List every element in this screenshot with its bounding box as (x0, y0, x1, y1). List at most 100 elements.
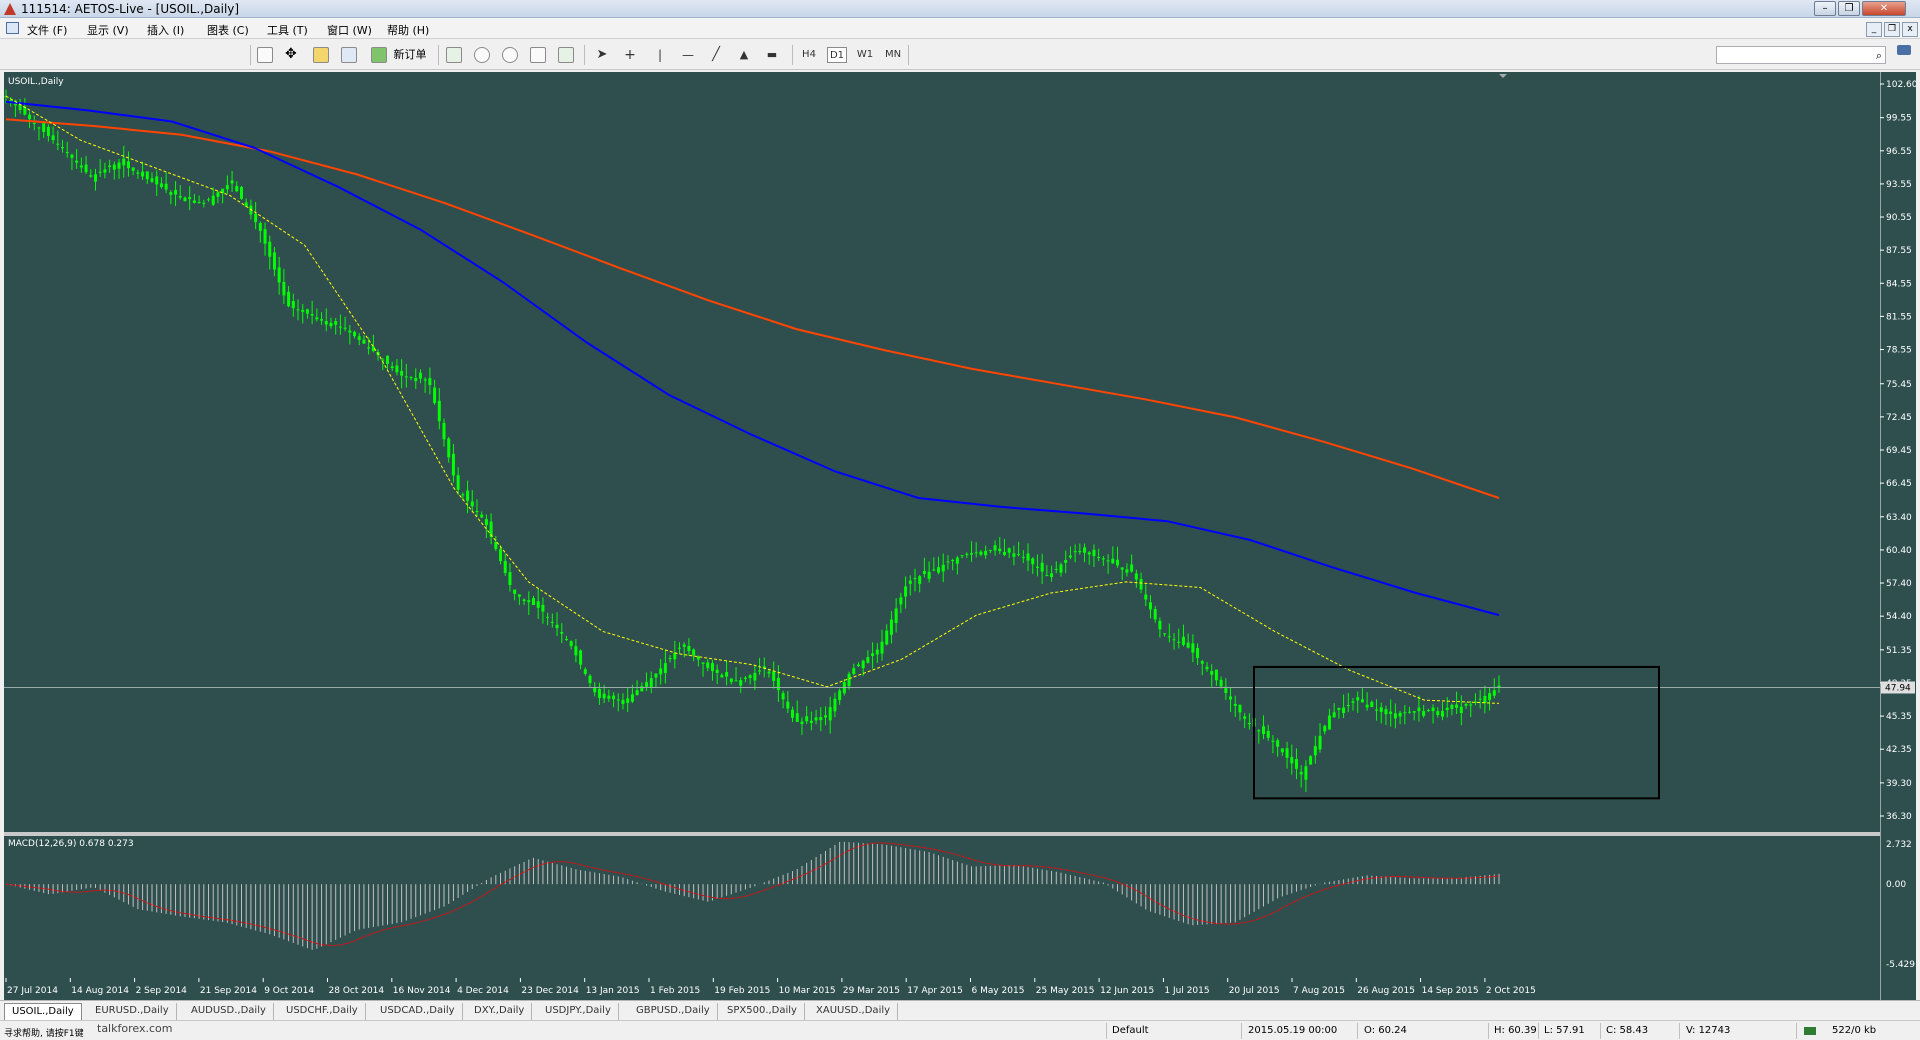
candle-body (706, 662, 710, 669)
status-volume: V: 12743 (1686, 1025, 1731, 1036)
date-tick-label: 2 Sep 2014 (136, 986, 188, 996)
candle-body (1285, 748, 1289, 758)
navigator-icon[interactable] (341, 47, 357, 63)
autoscroll-icon[interactable] (558, 47, 574, 63)
child-restore-button[interactable]: ❐ (1884, 22, 1900, 37)
timeframe-h4[interactable]: H4 (799, 47, 819, 63)
tab-xauusd[interactable]: XAUUSD.,Daily (809, 1003, 899, 1020)
menu-window[interactable]: 窗口 (W) (327, 22, 372, 38)
candle-body (155, 176, 159, 185)
candle-body (1148, 602, 1152, 610)
macd-label: MACD(12,26,9) 0.678 0.273 (8, 839, 134, 849)
new-chart-icon[interactable] (257, 47, 273, 63)
candle-body (682, 644, 686, 647)
symbol-tabs: USOIL.,Daily EURUSD.,Daily AUDUSD.,Daily… (0, 1000, 1920, 1020)
candle-body (734, 680, 738, 682)
candle-body (122, 158, 126, 166)
candle-body (1346, 705, 1350, 707)
search-icon[interactable]: ⌕ (1876, 49, 1882, 63)
tab-usdchf[interactable]: USDCHF.,Daily (279, 1003, 366, 1020)
chart-shift-icon[interactable] (530, 47, 546, 63)
price-tick-label: 39.30 (1886, 779, 1912, 789)
minimize-button[interactable]: – (1814, 1, 1836, 16)
candle-body (645, 682, 649, 687)
price-tick-label: 84.55 (1886, 279, 1912, 289)
candle-body (1068, 555, 1072, 558)
status-separator (1796, 1023, 1797, 1039)
menu-insert[interactable]: 插入 (I) (147, 22, 184, 38)
cursor-icon[interactable]: ➤ (594, 47, 610, 63)
crosshair-icon[interactable]: + (622, 47, 638, 63)
menu-file[interactable]: 文件 (F) (27, 22, 67, 38)
timeframe-mn[interactable]: MN (883, 47, 903, 63)
new-order-icon[interactable] (371, 47, 387, 63)
tab-audusd[interactable]: AUDUSD.,Daily (184, 1003, 274, 1020)
horizontal-line-icon[interactable]: — (680, 47, 696, 63)
candle-body (395, 365, 399, 373)
candle-body (475, 510, 479, 512)
rectangle-icon[interactable]: ▬ (764, 47, 780, 63)
price-tick-label: 93.55 (1886, 180, 1912, 190)
bar-chart-icon[interactable] (446, 47, 462, 63)
candle-body (579, 650, 583, 665)
triangle-icon[interactable]: ▲ (736, 47, 752, 63)
menu-charts[interactable]: 图表 (C) (207, 22, 249, 38)
menu-help[interactable]: 帮助 (H) (387, 22, 429, 38)
candle-body (480, 514, 484, 518)
candle-body (677, 647, 681, 649)
candle-body (1101, 558, 1105, 560)
candle-body (414, 377, 418, 382)
chart-window[interactable]: USOIL.,Daily MACD(12,26,9) 0.678 0.273 2… (4, 72, 1916, 1000)
candle-body (447, 438, 451, 458)
date-tick-label: 20 Jul 2015 (1229, 986, 1280, 996)
tab-usdjpy[interactable]: USDJPY.,Daily (538, 1003, 619, 1020)
candle-body (1431, 707, 1435, 712)
tab-usoil[interactable]: USOIL.,Daily (4, 1003, 82, 1020)
tab-eurusd[interactable]: EURUSD.,Daily (88, 1003, 177, 1020)
status-profile[interactable]: Default (1112, 1025, 1149, 1036)
community-icon[interactable] (1893, 42, 1915, 68)
candle-body (1073, 551, 1077, 553)
zoom-in-icon[interactable] (474, 47, 490, 63)
chart-background (4, 72, 1880, 832)
tab-spx500[interactable]: SPX500.,Daily (720, 1003, 805, 1020)
macd-tick-label: -5.429 (1886, 960, 1915, 970)
child-minimize-button[interactable]: _ (1866, 22, 1882, 37)
maximize-button[interactable]: ❐ (1838, 1, 1860, 16)
new-order-button[interactable]: 新订单 (390, 47, 430, 63)
candle-body (758, 670, 762, 672)
timeframe-w1[interactable]: W1 (855, 47, 875, 63)
close-button[interactable]: ✕ (1862, 1, 1906, 16)
price-pane[interactable]: USOIL.,Daily (4, 72, 1880, 832)
trendline-icon[interactable]: ╱ (708, 47, 724, 63)
candle-body (908, 580, 912, 584)
toolbar-separator (250, 45, 251, 65)
tab-dxy[interactable]: DXY.,Daily (467, 1003, 533, 1020)
date-tick-label: 26 Aug 2015 (1357, 986, 1415, 996)
zoom-out-icon[interactable] (502, 47, 518, 63)
menu-view[interactable]: 显示 (V) (87, 22, 129, 38)
candle-body (1186, 642, 1190, 648)
favorites-icon[interactable] (313, 47, 329, 63)
tab-usdcad[interactable]: USDCAD.,Daily (373, 1003, 463, 1020)
menu-tools[interactable]: 工具 (T) (267, 22, 308, 38)
child-close-button[interactable]: x (1902, 22, 1918, 37)
crosshair-move-icon[interactable]: ✥ (285, 47, 301, 63)
timeframe-d1[interactable]: D1 (827, 47, 847, 63)
candle-body (1337, 708, 1341, 710)
candle-body (739, 680, 743, 686)
tab-gbpusd[interactable]: GBPUSD.,Daily (629, 1003, 718, 1020)
candle-body (937, 567, 941, 573)
macd-pane[interactable]: MACD(12,26,9) 0.678 0.273 (4, 836, 1880, 970)
candle-body (499, 549, 503, 562)
price-axis[interactable]: 102.60 99.55 96.55 93.55 90.55 87.55 84.55 81.5… (1880, 72, 1916, 1000)
candle-body (70, 154, 74, 158)
search-input[interactable]: ⌕ (1716, 46, 1886, 64)
candle-body (42, 122, 46, 132)
vertical-line-icon[interactable]: | (652, 47, 668, 63)
candle-body (150, 178, 154, 182)
chart-window-icon[interactable] (6, 22, 19, 34)
toolbar-separator (908, 45, 909, 65)
date-tick-label: 25 May 2015 (1036, 986, 1095, 996)
candle-body (1299, 771, 1303, 775)
